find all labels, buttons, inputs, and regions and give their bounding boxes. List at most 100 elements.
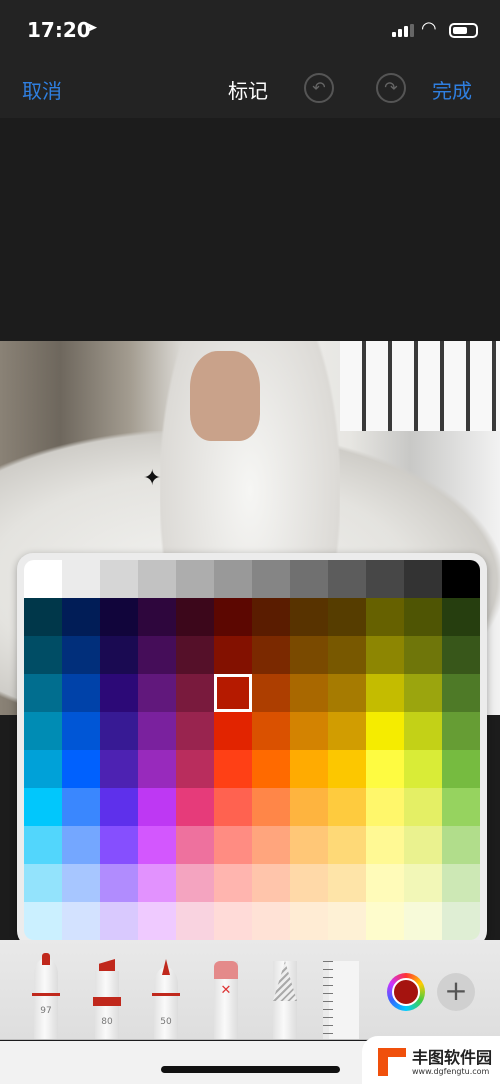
color-swatch[interactable]: [138, 864, 176, 902]
color-swatch[interactable]: [404, 864, 442, 902]
color-swatch[interactable]: [252, 902, 290, 940]
color-swatch[interactable]: [100, 864, 138, 902]
color-swatch[interactable]: [442, 826, 480, 864]
color-swatch[interactable]: [328, 560, 366, 598]
color-swatch[interactable]: [100, 598, 138, 636]
color-swatch[interactable]: [176, 636, 214, 674]
done-button[interactable]: 完成: [432, 75, 472, 104]
pencil-tool[interactable]: 50: [152, 959, 180, 1039]
color-swatch[interactable]: [62, 902, 100, 940]
color-swatch[interactable]: [24, 598, 62, 636]
color-swatch[interactable]: [252, 826, 290, 864]
color-swatch[interactable]: [404, 560, 442, 598]
color-swatch[interactable]: [100, 560, 138, 598]
redo-icon[interactable]: ↷: [376, 73, 406, 103]
color-swatch[interactable]: [366, 598, 404, 636]
color-swatch[interactable]: [100, 902, 138, 940]
color-swatch[interactable]: [442, 636, 480, 674]
color-swatch[interactable]: [176, 712, 214, 750]
cancel-button[interactable]: 取消: [22, 75, 62, 104]
home-indicator[interactable]: [161, 1066, 340, 1073]
color-swatch[interactable]: [24, 560, 62, 598]
color-swatch[interactable]: [62, 750, 100, 788]
add-button[interactable]: +: [437, 973, 475, 1011]
color-swatch[interactable]: [214, 560, 252, 598]
color-swatch[interactable]: [176, 674, 214, 712]
color-swatch[interactable]: [100, 826, 138, 864]
color-swatch[interactable]: [366, 902, 404, 940]
color-swatch[interactable]: [214, 826, 252, 864]
color-swatch[interactable]: [62, 826, 100, 864]
color-swatch[interactable]: [366, 826, 404, 864]
color-swatch[interactable]: [290, 712, 328, 750]
lasso-tool[interactable]: [273, 961, 297, 1039]
color-swatch[interactable]: [138, 560, 176, 598]
color-swatch[interactable]: [366, 712, 404, 750]
color-swatch[interactable]: [404, 636, 442, 674]
color-swatch[interactable]: [62, 598, 100, 636]
color-swatch[interactable]: [290, 750, 328, 788]
color-swatch[interactable]: [176, 826, 214, 864]
color-swatch[interactable]: [366, 788, 404, 826]
color-swatch[interactable]: [328, 674, 366, 712]
color-swatch[interactable]: [24, 788, 62, 826]
color-swatch[interactable]: [62, 864, 100, 902]
color-swatch[interactable]: [252, 636, 290, 674]
color-swatch[interactable]: [214, 636, 252, 674]
color-swatch[interactable]: [366, 674, 404, 712]
color-swatch[interactable]: [100, 788, 138, 826]
color-swatch[interactable]: [366, 864, 404, 902]
color-swatch[interactable]: [366, 750, 404, 788]
color-swatch[interactable]: [290, 560, 328, 598]
color-swatch[interactable]: [176, 560, 214, 598]
color-swatch[interactable]: [290, 674, 328, 712]
color-swatch[interactable]: [404, 826, 442, 864]
color-swatch[interactable]: [328, 864, 366, 902]
color-swatch[interactable]: [252, 864, 290, 902]
color-swatch[interactable]: [252, 598, 290, 636]
color-swatch[interactable]: [100, 636, 138, 674]
color-swatch[interactable]: [442, 712, 480, 750]
color-swatch[interactable]: [100, 712, 138, 750]
color-swatch[interactable]: [252, 788, 290, 826]
color-swatch[interactable]: [62, 560, 100, 598]
current-color-button[interactable]: [387, 973, 425, 1011]
color-swatch[interactable]: [138, 636, 176, 674]
color-swatch[interactable]: [100, 674, 138, 712]
color-swatch[interactable]: [214, 712, 252, 750]
color-swatch[interactable]: [24, 902, 62, 940]
color-swatch-selected[interactable]: [214, 674, 252, 712]
color-swatch[interactable]: [442, 598, 480, 636]
color-swatch[interactable]: [366, 560, 404, 598]
color-swatch[interactable]: [214, 864, 252, 902]
color-swatch[interactable]: [290, 902, 328, 940]
color-swatch[interactable]: [214, 598, 252, 636]
color-swatch[interactable]: [24, 712, 62, 750]
color-swatch[interactable]: [138, 902, 176, 940]
color-swatch[interactable]: [176, 598, 214, 636]
color-swatch[interactable]: [404, 712, 442, 750]
color-swatch[interactable]: [176, 788, 214, 826]
color-swatch[interactable]: [290, 864, 328, 902]
color-swatch[interactable]: [214, 788, 252, 826]
color-swatch[interactable]: [138, 598, 176, 636]
color-swatch[interactable]: [328, 636, 366, 674]
color-swatch[interactable]: [62, 674, 100, 712]
color-swatch[interactable]: [290, 788, 328, 826]
ruler-tool[interactable]: [323, 961, 359, 1039]
color-swatch[interactable]: [328, 712, 366, 750]
color-swatch[interactable]: [404, 750, 442, 788]
color-swatch[interactable]: [24, 674, 62, 712]
marker-tool[interactable]: 80: [93, 959, 121, 1039]
color-swatch[interactable]: [328, 750, 366, 788]
color-swatch[interactable]: [138, 750, 176, 788]
color-swatch[interactable]: [290, 826, 328, 864]
color-swatch[interactable]: [404, 598, 442, 636]
color-swatch[interactable]: [328, 826, 366, 864]
color-swatch[interactable]: [442, 560, 480, 598]
color-swatch[interactable]: [328, 788, 366, 826]
color-swatch[interactable]: [100, 750, 138, 788]
color-swatch[interactable]: [252, 674, 290, 712]
color-swatch[interactable]: [252, 712, 290, 750]
color-swatch[interactable]: [442, 902, 480, 940]
